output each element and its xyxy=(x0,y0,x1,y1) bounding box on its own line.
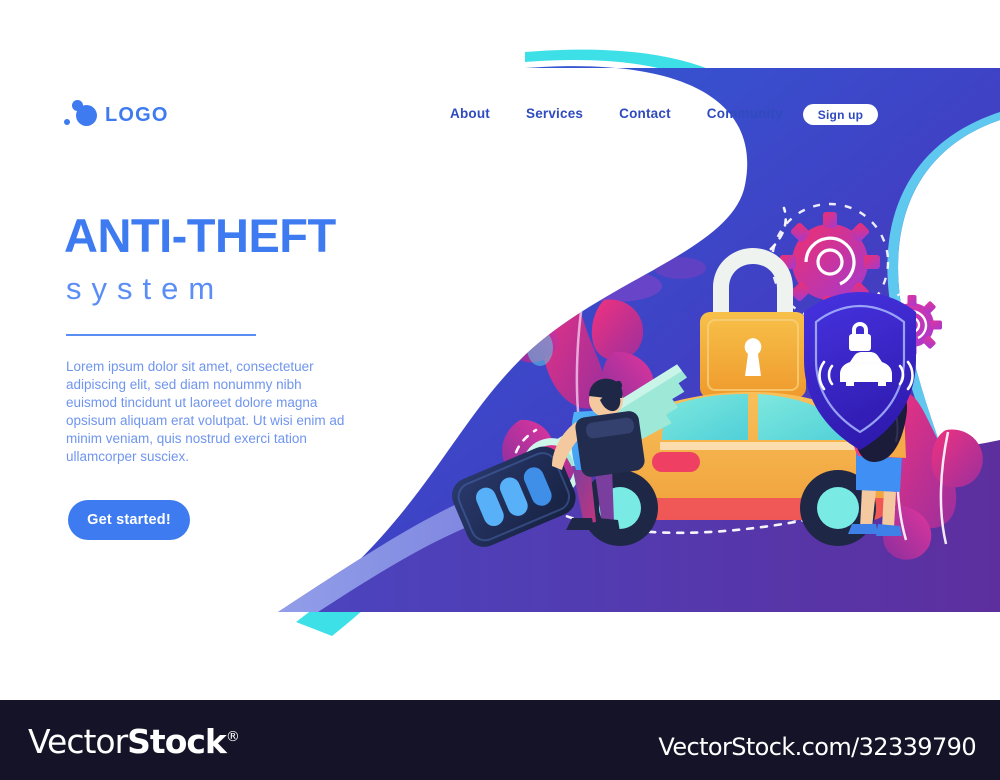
page-subtitle: system xyxy=(66,271,225,306)
car-door-handle xyxy=(652,452,700,472)
nav-item-contact[interactable]: Contact xyxy=(619,106,671,121)
watermark-footer: VectorStock® VectorStock.com/32339790 xyxy=(0,700,1000,780)
landing-page-canvas: LOGO About Services Contact Community Si… xyxy=(0,0,1000,700)
nav-item-services[interactable]: Services xyxy=(526,106,583,121)
nav-item-community[interactable]: Community xyxy=(707,106,783,121)
registered-mark: ® xyxy=(225,729,240,745)
divider-rule xyxy=(66,334,256,336)
shoe-right xyxy=(594,518,620,532)
nav-item-about[interactable]: About xyxy=(450,106,490,121)
hero-section: ANTI-THEFT system Lorem ipsum dolor sit … xyxy=(64,212,424,540)
dots-logo-icon xyxy=(64,100,98,130)
sign-up-button[interactable]: Sign up xyxy=(803,104,878,125)
logo[interactable]: LOGO xyxy=(64,100,169,130)
vectorstock-url: VectorStock.com/32339790 xyxy=(658,733,976,761)
wm-name-bold: Stock xyxy=(127,722,227,761)
hero-body-text: Lorem ipsum dolor sit amet, consectetuer… xyxy=(66,359,345,464)
vectorstock-logo: VectorStock® xyxy=(28,722,240,761)
get-started-button[interactable]: Get started! xyxy=(68,500,190,540)
logo-text: LOGO xyxy=(105,103,169,126)
page-title: ANTI-THEFT xyxy=(64,209,336,262)
main-navigation: About Services Contact Community xyxy=(450,106,783,121)
wm-name-light: Vector xyxy=(28,722,128,761)
page-header: LOGO About Services Contact Community Si… xyxy=(0,0,1000,160)
shoe-left-w xyxy=(848,524,878,534)
